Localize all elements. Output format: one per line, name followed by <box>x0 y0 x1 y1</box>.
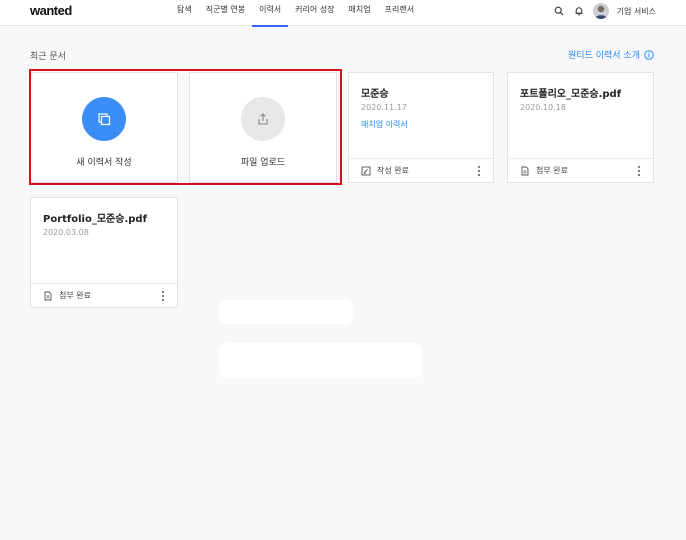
corp-service-link[interactable]: 기업 서비스 <box>617 6 656 17</box>
resume-intro-label: 원티드 이력서 소개 <box>568 51 640 61</box>
document-date: 2020.11.17 <box>361 103 407 112</box>
resume-intro-link[interactable]: 원티드 이력서 소개 <box>568 48 654 61</box>
nav-career[interactable]: 커리어 성장 <box>288 0 341 26</box>
document-title: Portfolio_모준승.pdf <box>43 214 147 225</box>
top-header: wanted 탐색 직군별 연봉 이력서 커리어 성장 매치업 프리랜서 기업 … <box>0 0 686 27</box>
info-icon <box>644 49 654 60</box>
document-footer: 첨부 완료 <box>508 158 653 182</box>
file-upload-card[interactable]: 파일 업로드 <box>189 72 337 183</box>
profile-avatar[interactable] <box>592 3 609 19</box>
edit-doc-icon <box>361 166 371 175</box>
loading-placeholder <box>219 300 353 324</box>
file-upload-label: 파일 업로드 <box>240 158 286 168</box>
document-status: 첨부 완료 <box>59 291 91 300</box>
document-status: 첨부 완료 <box>536 166 568 175</box>
main-nav: 탐색 직군별 연봉 이력서 커리어 성장 매치업 프리랜서 <box>170 0 421 27</box>
document-date: 2020.10.18 <box>520 103 566 112</box>
nav-matchup[interactable]: 매치업 <box>342 0 378 26</box>
header-actions: 기업 서비스 <box>553 0 656 22</box>
new-resume-card[interactable]: 새 이력서 작성 <box>30 72 178 183</box>
document-title: 모준승 <box>361 89 389 100</box>
wanted-logo[interactable]: wanted <box>30 3 72 18</box>
more-options-icon[interactable] <box>159 290 167 302</box>
file-icon <box>521 166 529 175</box>
new-resume-label: 새 이력서 작성 <box>76 158 132 168</box>
document-card[interactable]: Portfolio_모준승.pdf 2020.03.08 첨부 완료 <box>30 197 178 308</box>
file-icon <box>44 291 52 300</box>
more-options-icon[interactable] <box>475 165 483 177</box>
more-options-icon[interactable] <box>635 165 643 177</box>
bell-icon[interactable] <box>573 5 585 17</box>
document-title: 포트폴리오_모준승.pdf <box>520 89 622 100</box>
loading-placeholder <box>219 343 422 378</box>
nav-resume[interactable]: 이력서 <box>252 0 289 27</box>
upload-icon <box>241 97 285 141</box>
copy-icon <box>82 97 126 141</box>
document-status: 작성 완료 <box>377 166 409 175</box>
document-footer: 작성 완료 <box>349 158 493 182</box>
nav-freelancer[interactable]: 프리랜서 <box>378 0 421 26</box>
recent-docs-title: 최근 문서 <box>30 52 66 62</box>
nav-salary[interactable]: 직군별 연봉 <box>199 0 252 26</box>
nav-explore[interactable]: 탐색 <box>170 0 199 26</box>
document-card[interactable]: 포트폴리오_모준승.pdf 2020.10.18 첨부 완료 <box>507 72 654 183</box>
search-icon[interactable] <box>553 5 565 17</box>
document-card[interactable]: 모준승 2020.11.17 매치업 이력서 작성 완료 <box>348 72 494 183</box>
matchup-resume-badge: 매치업 이력서 <box>361 120 408 129</box>
document-date: 2020.03.08 <box>43 228 89 237</box>
document-footer: 첨부 완료 <box>31 283 177 307</box>
